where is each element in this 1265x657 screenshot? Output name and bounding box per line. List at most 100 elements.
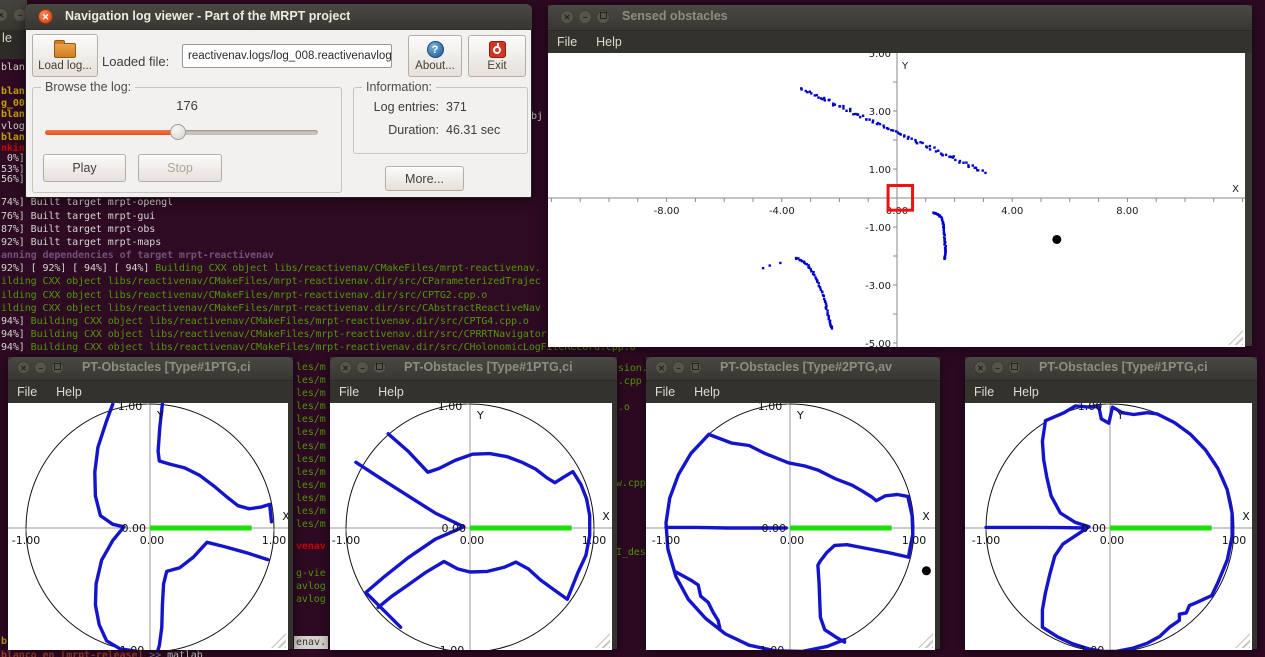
svg-text:-1.00: -1.00 [12, 534, 40, 547]
desktop: blancblang_00blanvlogblannkin 0%]53%]56%… [0, 0, 1265, 657]
close-icon[interactable]: ✕ [38, 9, 53, 24]
pt3-menubar: File Help [646, 381, 940, 403]
svg-text:1.00: 1.00 [438, 403, 463, 413]
more-button[interactable]: More... [385, 166, 464, 191]
nav-titlebar[interactable]: ✕ Navigation log viewer - Part of the MR… [25, 4, 532, 30]
terminal-line: 92%] [ 92%] [ 94%] [ 94%] Building CXX o… [1, 262, 541, 275]
menu-help[interactable]: Help [1013, 385, 1039, 399]
svg-text:-1.00: -1.00 [972, 534, 1000, 547]
svg-text:-3.00: -3.00 [865, 281, 891, 292]
folder-icon [54, 43, 76, 58]
pt4-menubar: File Help [965, 381, 1257, 403]
terminal-line: 56%] [1, 173, 25, 186]
minimize-icon[interactable]: − [34, 361, 47, 374]
svg-text:0.00: 0.00 [1100, 534, 1125, 547]
information-group: Information: Log entries: 371 Duration: … [353, 87, 528, 154]
svg-text:0.00: 0.00 [780, 534, 805, 547]
menu-file[interactable]: File [17, 385, 37, 399]
terminal-line: les/m [296, 492, 326, 505]
log-slider[interactable] [45, 130, 318, 135]
menu-file[interactable]: File [339, 385, 359, 399]
terminal-line: les/m [296, 505, 326, 518]
window-title: Sensed obstacles [622, 9, 728, 23]
terminal-line: les/m [296, 479, 326, 492]
svg-text:-1.00: -1.00 [1076, 644, 1104, 650]
minimize-icon[interactable]: − [991, 361, 1004, 374]
terminal-line: les/m [296, 413, 326, 426]
maximize-icon[interactable] [51, 361, 64, 374]
svg-text:Y: Y [901, 61, 909, 72]
pt-plot-svg: -1.000.001.000.001.00-1.00YX [646, 403, 935, 650]
terminal-line: blanco en [mrpt-release] >> matlab [1, 649, 203, 657]
close-icon[interactable]: ✕ [655, 361, 668, 374]
menu-file[interactable]: File [974, 385, 994, 399]
maximize-icon[interactable] [373, 361, 386, 374]
menu-file[interactable]: File [655, 385, 675, 399]
minimize-icon[interactable]: − [356, 361, 369, 374]
menu-help[interactable]: Help [694, 385, 720, 399]
pt1-titlebar[interactable]: ✕ − PT-Obstacles [Type#1PTG,ci [8, 357, 293, 381]
about-button[interactable]: ? About... [408, 35, 462, 77]
pt-plot-svg: -1.000.001.000.001.00-1.00YX [330, 403, 612, 650]
minimize-icon[interactable]: − [578, 10, 592, 24]
svg-text:0.00: 0.00 [762, 522, 787, 535]
sensed-titlebar[interactable]: ✕ − Sensed obstacles [548, 5, 1252, 31]
svg-text:8.00: 8.00 [1116, 206, 1138, 217]
terminal-line: 94%] Building CXX object libs/reactivena… [1, 341, 636, 354]
minimize-icon[interactable]: − [672, 361, 685, 374]
svg-text:3.00: 3.00 [869, 107, 891, 118]
close-icon[interactable]: ✕ [560, 10, 574, 24]
duration-value: 46.31 sec [446, 123, 500, 137]
pt-obstacles-plot-1: -1.000.001.000.001.00-1.00YX [8, 403, 288, 650]
svg-text:1.00: 1.00 [902, 534, 927, 547]
svg-text:X: X [1242, 510, 1250, 523]
svg-text:-5.00: -5.00 [865, 339, 891, 347]
menu-help[interactable]: Help [596, 35, 622, 49]
svg-text:1.00: 1.00 [582, 534, 607, 547]
svg-text:0.00: 0.00 [140, 534, 165, 547]
maximize-icon[interactable] [1008, 361, 1021, 374]
close-icon[interactable]: ✕ [974, 361, 987, 374]
play-button[interactable]: Play [43, 154, 126, 182]
svg-text:1.00: 1.00 [262, 534, 287, 547]
terminal-fragment-chip: enav. [294, 636, 328, 649]
log-index-value: 176 [33, 98, 341, 113]
window-title: PT-Obstacles [Type#1PTG,ci [82, 360, 251, 374]
close-icon[interactable]: ✕ [0, 8, 8, 22]
nav-log-viewer-window: ✕ Navigation log viewer - Part of the MR… [25, 4, 532, 198]
pt3-titlebar[interactable]: ✕ − PT-Obstacles [Type#2PTG,av [646, 357, 940, 381]
load-log-button[interactable]: Load log... [32, 34, 98, 77]
svg-text:-1.00: -1.00 [652, 534, 680, 547]
menu-file[interactable]: File [557, 35, 577, 49]
svg-text:-4.00: -4.00 [769, 206, 795, 217]
menu-help[interactable]: Help [56, 385, 82, 399]
about-label: About... [415, 60, 455, 72]
terminal-line: venav [296, 540, 326, 553]
terminal-line: .o [618, 401, 630, 414]
pt-obstacles-window-2: ✕ − PT-Obstacles [Type#1PTG,ci File Help… [330, 357, 617, 649]
menu-help[interactable]: Help [378, 385, 404, 399]
maximize-icon[interactable] [689, 361, 702, 374]
svg-text:1.00: 1.00 [1078, 403, 1103, 413]
log-slider-handle[interactable] [170, 124, 186, 140]
window-title: PT-Obstacles [Type#1PTG,ci [1039, 360, 1208, 374]
sensed-obstacles-window: ✕ − Sensed obstacles File Help -8.00-4.0… [548, 5, 1252, 346]
loaded-file-input[interactable]: reactivenav.logs/log_008.reactivenavlog [182, 44, 392, 68]
svg-text:X: X [282, 510, 288, 523]
svg-text:1.00: 1.00 [1222, 534, 1247, 547]
exit-button[interactable]: Exit [468, 35, 526, 77]
terminal-line: ilding CXX object libs/reactivenav/CMake… [1, 302, 541, 315]
pt-obstacles-window-4: ✕ − PT-Obstacles [Type#1PTG,ci File Help… [965, 357, 1257, 649]
svg-text:0.00: 0.00 [460, 534, 485, 547]
close-icon[interactable]: ✕ [339, 361, 352, 374]
loaded-file-label: Loaded file: [102, 54, 169, 69]
svg-text:0.00: 0.00 [122, 522, 147, 535]
stop-button[interactable]: Stop [138, 154, 222, 182]
pt4-titlebar[interactable]: ✕ − PT-Obstacles [Type#1PTG,ci [965, 357, 1257, 381]
close-icon[interactable]: ✕ [17, 361, 30, 374]
terminal-line: .cpp [618, 375, 642, 388]
maximize-icon[interactable] [596, 10, 610, 24]
svg-text:-1.00: -1.00 [116, 644, 144, 650]
background-titlebar: ✕ − [0, 0, 27, 30]
pt2-titlebar[interactable]: ✕ − PT-Obstacles [Type#1PTG,ci [330, 357, 617, 381]
